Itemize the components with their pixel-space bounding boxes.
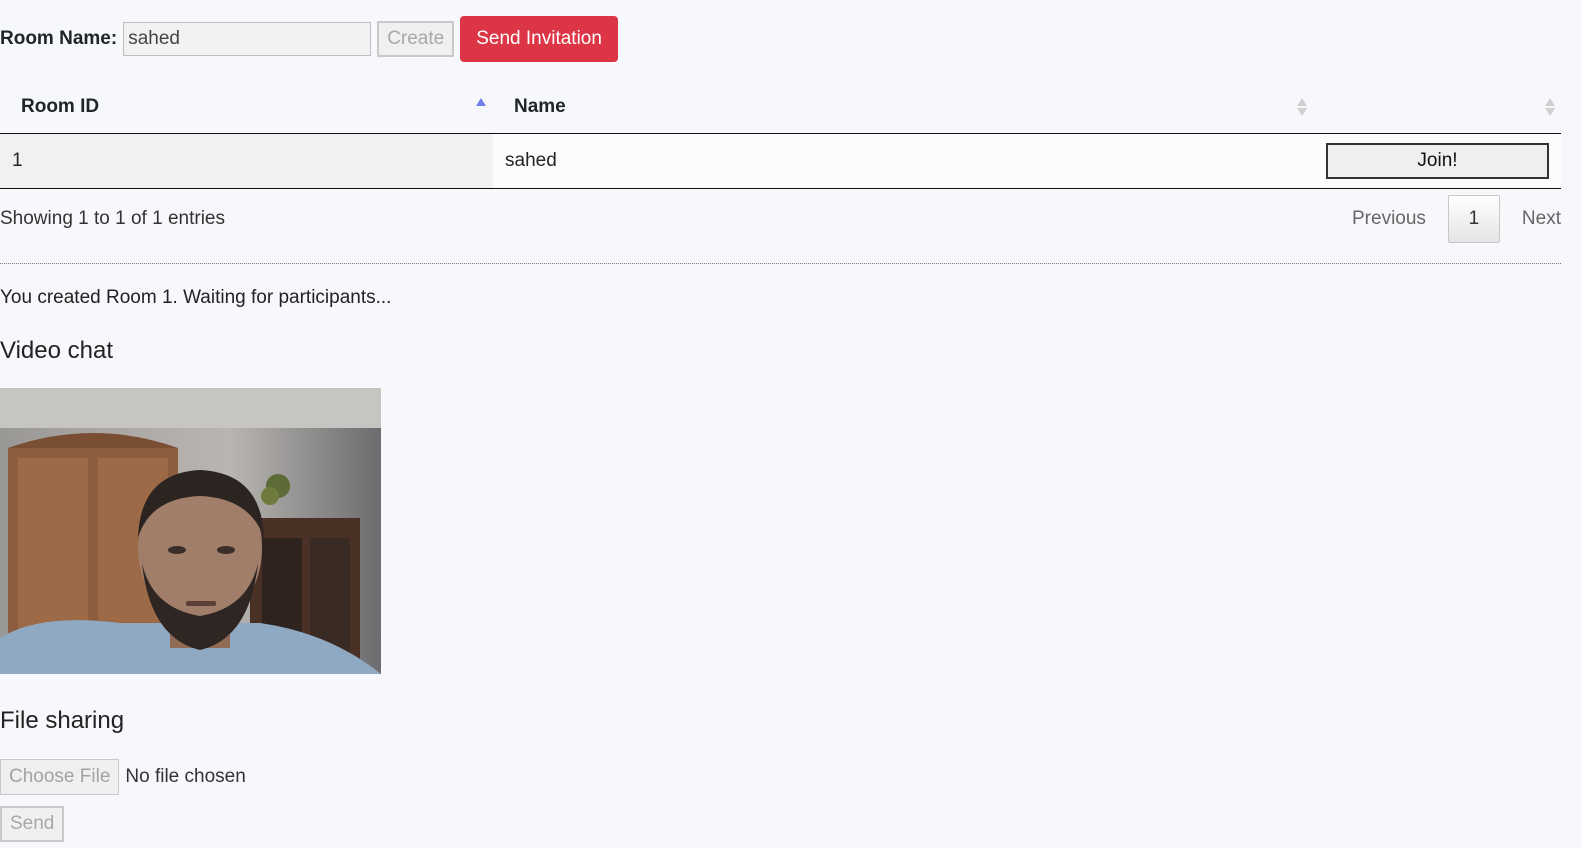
table-info: Showing 1 to 1 of 1 entries	[0, 208, 225, 229]
table-header-row: Room ID Name	[0, 80, 1561, 134]
room-name-input[interactable]	[123, 22, 372, 56]
video-chat-heading: Video chat	[0, 337, 113, 364]
video-frame	[0, 388, 381, 674]
cell-room-name: sahed	[493, 133, 1309, 189]
join-button[interactable]: Join!	[1326, 143, 1549, 179]
pagination: Previous 1 Next	[1352, 195, 1561, 243]
cell-room-id: 1	[0, 133, 493, 189]
sort-ascending-icon	[476, 98, 486, 106]
file-sharing-heading: File sharing	[0, 707, 125, 734]
column-header-label: Room ID	[21, 96, 100, 117]
cell-action: Join!	[1309, 133, 1561, 189]
column-header-action[interactable]	[1309, 80, 1561, 134]
separator	[0, 263, 1561, 264]
send-invitation-button[interactable]: Send Invitation	[460, 16, 618, 62]
room-bar: Room Name: Create Send Invitation	[0, 16, 618, 62]
create-button[interactable]: Create	[377, 21, 455, 57]
pagination-next[interactable]: Next	[1522, 208, 1561, 230]
pagination-previous[interactable]: Previous	[1352, 208, 1426, 230]
choose-file-button[interactable]: Choose File	[0, 759, 120, 795]
column-header-label: Name	[514, 96, 566, 117]
sort-both-icon	[1545, 98, 1555, 116]
rooms-table: Room ID Name 1 sahed Join!	[0, 80, 1561, 189]
status-message: You created Room 1. Waiting for particip…	[0, 287, 392, 308]
sort-both-icon	[1297, 98, 1307, 116]
column-header-room-id[interactable]: Room ID	[0, 80, 493, 134]
pagination-page-current[interactable]: 1	[1447, 195, 1500, 243]
file-input-row: Choose File No file chosen	[0, 759, 246, 795]
file-status: No file chosen	[125, 766, 246, 787]
table-row: 1 sahed Join!	[0, 133, 1561, 189]
room-name-label: Room Name:	[0, 28, 118, 49]
send-file-button[interactable]: Send	[0, 806, 65, 842]
local-video	[0, 388, 381, 674]
column-header-name[interactable]: Name	[493, 80, 1309, 134]
